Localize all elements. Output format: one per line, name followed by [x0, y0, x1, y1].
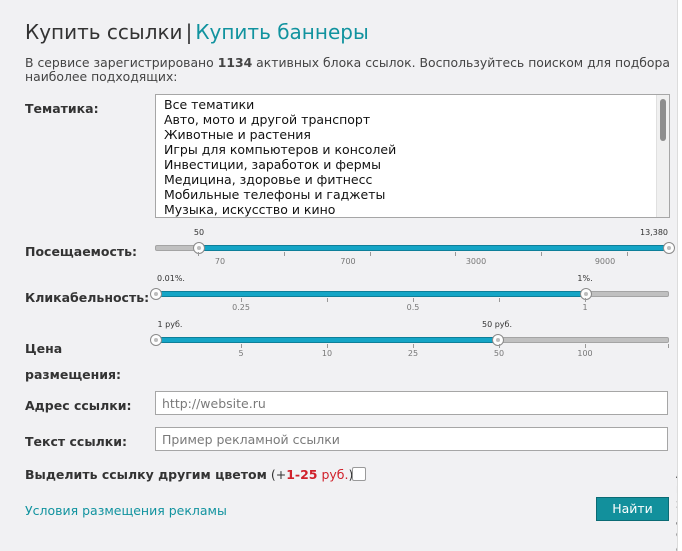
price-tick-label: 25: [407, 349, 419, 358]
url-input[interactable]: [155, 391, 668, 415]
highlight-open: (+: [270, 467, 287, 482]
topic-options: Все тематики Авто, мото и другой транспор…: [156, 95, 669, 217]
price-label-line2: размещения:: [25, 367, 122, 382]
window-right-edge: [677, 0, 682, 551]
topic-scrollbar-thumb[interactable]: [660, 99, 666, 141]
price-slider[interactable]: 1 руб. 50 руб. 5 10 25 50 100: [150, 320, 669, 369]
topic-option[interactable]: Все тематики: [156, 97, 669, 112]
traffic-min-value: 50: [193, 228, 205, 237]
page-title: Купить ссылки | Купить баннеры: [25, 20, 369, 44]
active-blocks-count: 1134: [217, 55, 253, 70]
buy-banners-link[interactable]: Купить баннеры: [195, 20, 368, 44]
price-label-line1: Цена: [25, 341, 63, 356]
price-tick-label: 10: [321, 349, 333, 358]
ctr-max-value: 1%.: [577, 274, 593, 283]
highlight-label: Выделить ссылку другим цветом: [25, 467, 267, 482]
topic-option[interactable]: Авто, мото и другой транспорт: [156, 112, 669, 127]
topic-scrollbar[interactable]: [656, 95, 669, 217]
ctr-tick-label: 0.25: [232, 303, 250, 312]
traffic-label: Посещаемость:: [25, 244, 138, 259]
highlight-price: 1-25: [286, 467, 318, 482]
price-tick-label: 5: [238, 349, 244, 358]
price-range-fill: [156, 337, 498, 343]
highlight-row: Выделить ссылку другим цветом (+1-25 руб…: [25, 467, 358, 482]
ctr-label: Кликабельность:: [25, 290, 150, 305]
price-max-value: 50 руб.: [481, 320, 513, 329]
price-tick-label: 50: [493, 349, 505, 358]
topic-option[interactable]: Инвестиции, заработок и фермы: [156, 157, 669, 172]
traffic-min-handle[interactable]: [193, 242, 205, 254]
traffic-max-handle[interactable]: [663, 242, 675, 254]
intro-text: В сервисе зарегистрировано 1134 активных…: [25, 56, 670, 84]
buy-links-panel: Купить ссылки | Купить баннеры В сервисе з…: [0, 0, 682, 551]
topic-option[interactable]: Музыка, искусство и кино: [156, 202, 669, 217]
topic-option[interactable]: Игры для компьютеров и консолей: [156, 142, 669, 157]
traffic-range-fill: [199, 245, 670, 251]
traffic-tick-label: 3000: [465, 257, 487, 266]
highlight-checkbox[interactable]: [352, 467, 366, 481]
price-min-value: 1 руб.: [157, 320, 183, 329]
find-button[interactable]: Найти: [596, 497, 669, 521]
highlight-unit: руб.: [321, 467, 349, 482]
ctr-tick-label: 0.5: [406, 303, 420, 312]
page-title-text: Купить ссылки: [25, 20, 183, 44]
ctr-range-fill: [156, 291, 586, 297]
traffic-tick-label: 9000: [594, 257, 616, 266]
ctr-tick-label: 1: [582, 303, 588, 312]
traffic-max-value: 13,380: [640, 228, 668, 237]
price-max-handle[interactable]: [492, 334, 504, 346]
topic-option[interactable]: Мобильные телефоны и гаджеты: [156, 187, 669, 202]
price-min-handle[interactable]: [150, 334, 162, 346]
title-separator: |: [185, 20, 193, 44]
topic-listbox[interactable]: Все тематики Авто, мото и другой транспор…: [155, 94, 670, 218]
price-label: Цена размещения:: [25, 336, 121, 388]
topic-label: Тематика:: [25, 101, 99, 116]
ctr-max-handle[interactable]: [580, 288, 592, 300]
link-text-label: Текст ссылки:: [25, 434, 128, 449]
url-label: Адрес ссылки:: [25, 398, 132, 413]
traffic-tick-label: 70: [214, 257, 226, 266]
traffic-tick-label: 700: [340, 257, 356, 266]
traffic-slider[interactable]: 50 13,380 70 700 3000 9000: [155, 228, 675, 277]
topic-option[interactable]: Животные и растения: [156, 127, 669, 142]
intro-prefix: В сервисе зарегистрировано: [25, 55, 214, 70]
topic-option[interactable]: Медицина, здоровье и фитнесс: [156, 172, 669, 187]
price-tick-label: 100: [577, 349, 593, 358]
ctr-slider[interactable]: 0.01%. 1%. 0.25 0.5 1: [150, 274, 669, 323]
ctr-min-value: 0.01%.: [157, 274, 185, 283]
terms-link[interactable]: Условия размещения рекламы: [25, 503, 227, 518]
ctr-min-handle[interactable]: [150, 288, 162, 300]
link-text-input[interactable]: [155, 427, 668, 451]
